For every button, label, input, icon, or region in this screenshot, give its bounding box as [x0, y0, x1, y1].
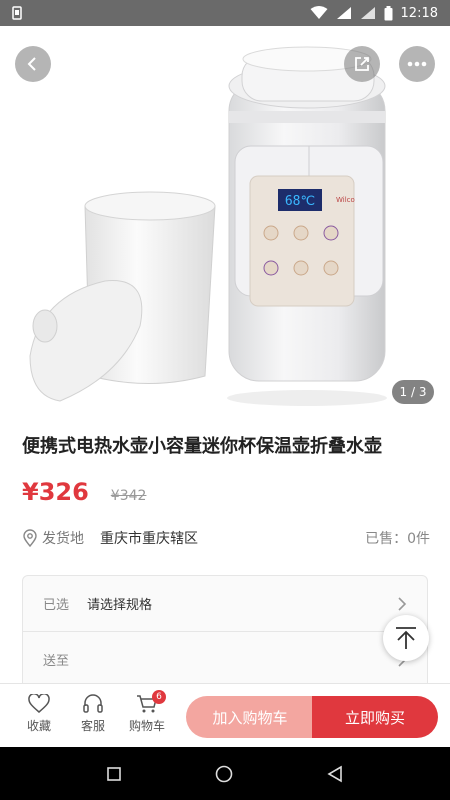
add-to-cart-button[interactable]: 加入购物车 [186, 696, 314, 738]
battery-icon [384, 5, 393, 21]
status-bar: 12:18 [0, 0, 450, 26]
signal-icon-2 [360, 6, 376, 20]
wifi-icon [310, 6, 328, 20]
product-detail-screen: 12:18 68℃ Wilco 1 / 3 便携式电热水壶小容量迷你杯保温壶折叠… [0, 0, 450, 800]
favorite-button[interactable]: 收藏 [14, 694, 64, 734]
bottom-action-bar: 收藏 客服 购物车 6 加入购物车 立即购买 [0, 683, 450, 747]
shipping-row: 发货地 重庆市重庆辖区 已售：0件 [22, 526, 430, 550]
share-button[interactable] [344, 46, 380, 82]
service-label: 客服 [80, 719, 105, 733]
share-icon [355, 57, 369, 71]
heart-icon [28, 694, 50, 713]
ship-from-city: 重庆市重庆辖区 [100, 531, 198, 547]
system-nav-bar [0, 747, 450, 800]
more-dots-icon [407, 61, 427, 67]
back-nav-icon[interactable] [326, 765, 344, 783]
image-page-indicator: 1 / 3 [392, 380, 434, 404]
sold-count: 已售：0件 [365, 531, 430, 547]
delivery-label: 送至 [43, 654, 70, 669]
kettle-display: 68℃ [285, 194, 315, 209]
scroll-to-top-button[interactable] [383, 615, 429, 661]
product-gallery[interactable]: 68℃ Wilco 1 / 3 [0, 26, 450, 416]
product-image: 68℃ Wilco [29, 46, 387, 406]
signal-icon [336, 6, 352, 20]
home-icon[interactable] [214, 764, 234, 784]
sim-icon [12, 6, 22, 20]
spec-select-row[interactable]: 已选 请选择规格 [23, 576, 427, 632]
cart-button[interactable]: 购物车 6 [122, 690, 172, 734]
cart-badge: 6 [152, 690, 166, 704]
more-button[interactable] [399, 46, 435, 82]
original-price: ¥342 [110, 488, 147, 504]
brand-label: Wilco [336, 196, 355, 204]
options-card: 已选 请选择规格 送至 [22, 575, 428, 695]
delivery-row[interactable]: 送至 [23, 632, 427, 688]
chevron-left-icon [27, 57, 36, 71]
spec-value: 请选择规格 [87, 598, 153, 613]
location-pin-icon [23, 529, 37, 547]
spec-label: 已选 [43, 598, 70, 613]
recents-icon[interactable] [106, 766, 122, 782]
price-row: ¥326 ¥342 [22, 478, 146, 506]
headset-icon [83, 694, 103, 713]
arrow-up-icon [396, 627, 416, 649]
chevron-right-icon [398, 596, 407, 611]
product-title: 便携式电热水壶小容量迷你杯保温壶折叠水壶 [22, 436, 382, 457]
clock: 12:18 [400, 5, 438, 21]
back-button[interactable] [15, 46, 51, 82]
cart-label: 购物车 [128, 719, 165, 733]
current-price: ¥326 [22, 478, 89, 506]
favorite-label: 收藏 [26, 719, 51, 733]
buy-now-button[interactable]: 立即购买 [312, 696, 438, 738]
ship-from-label: 发货地 [42, 531, 84, 547]
customer-service-button[interactable]: 客服 [68, 694, 118, 734]
